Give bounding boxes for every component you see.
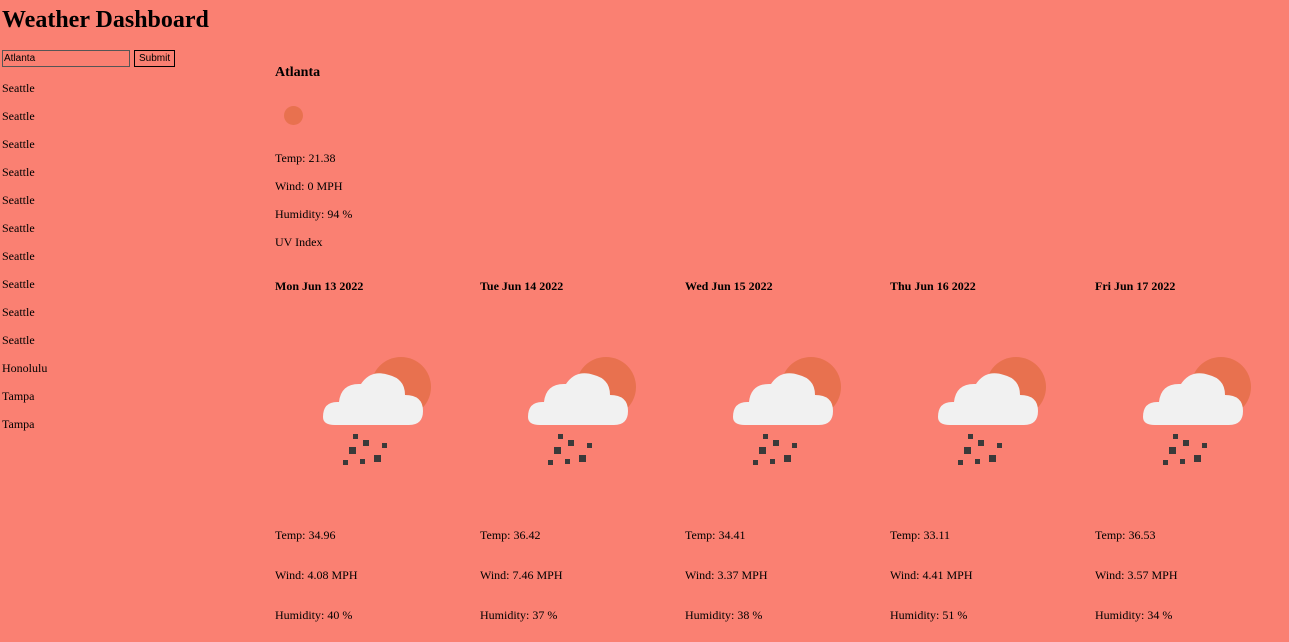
forecast-date: Tue Jun 14 2022 bbox=[480, 279, 564, 293]
history-item[interactable]: Seattle bbox=[2, 193, 47, 221]
current-city-name: Atlanta bbox=[275, 65, 321, 80]
sun-icon bbox=[284, 106, 303, 125]
history-item[interactable]: Tampa bbox=[2, 389, 47, 417]
cloud-sun-snow-icon bbox=[938, 357, 1046, 465]
history-item[interactable]: Seattle bbox=[2, 109, 47, 137]
history-item[interactable]: Seattle bbox=[2, 305, 47, 333]
forecast-card: Tue Jun 14 2022 Temp: 36.42 Wind: 7.46 M… bbox=[480, 279, 680, 639]
history-item[interactable]: Seattle bbox=[2, 277, 47, 305]
search-form: Submit bbox=[2, 50, 176, 67]
forecast-card: Thu Jun 16 2022 Temp: 33.11 Wind: 4.41 M… bbox=[890, 279, 1090, 639]
forecast-wind: Wind: 3.37 MPH bbox=[685, 568, 768, 582]
history-item[interactable]: Seattle bbox=[2, 137, 47, 165]
forecast-card: Mon Jun 13 2022 Temp: 34.96 Wind: 4.08 M… bbox=[275, 279, 475, 639]
forecast-humidity: Humidity: 51 % bbox=[890, 608, 968, 622]
current-wind: Wind: 0 MPH bbox=[275, 179, 343, 193]
cloud-sun-snow-icon bbox=[323, 357, 431, 465]
cloud-sun-snow-icon bbox=[528, 357, 636, 465]
forecast-date: Fri Jun 17 2022 bbox=[1095, 279, 1176, 293]
history-item[interactable]: Seattle bbox=[2, 81, 47, 109]
forecast-temp: Temp: 36.53 bbox=[1095, 528, 1156, 542]
current-temp: Temp: 21.38 bbox=[275, 151, 336, 165]
forecast-humidity: Humidity: 37 % bbox=[480, 608, 558, 622]
history-item[interactable]: Seattle bbox=[2, 249, 47, 277]
cloud-sun-snow-icon bbox=[733, 357, 841, 465]
forecast-temp: Temp: 36.42 bbox=[480, 528, 541, 542]
history-item[interactable]: Honolulu bbox=[2, 361, 47, 389]
forecast-date: Thu Jun 16 2022 bbox=[890, 279, 976, 293]
city-search-input[interactable] bbox=[2, 50, 130, 67]
history-item[interactable]: Seattle bbox=[2, 165, 47, 193]
submit-button[interactable]: Submit bbox=[134, 50, 176, 67]
forecast-date: Mon Jun 13 2022 bbox=[275, 279, 364, 293]
forecast-temp: Temp: 34.96 bbox=[275, 528, 336, 542]
forecast-temp: Temp: 34.41 bbox=[685, 528, 746, 542]
forecast-wind: Wind: 4.41 MPH bbox=[890, 568, 973, 582]
forecast-temp: Temp: 33.11 bbox=[890, 528, 951, 542]
cloud-sun-snow-icon bbox=[1143, 357, 1251, 465]
search-history-list: Seattle Seattle Seattle Seattle Seattle … bbox=[2, 81, 47, 445]
forecast-card: Wed Jun 15 2022 Temp: 34.41 Wind: 3.37 M… bbox=[685, 279, 885, 639]
current-uv-index: UV Index bbox=[275, 235, 323, 249]
forecast-humidity: Humidity: 40 % bbox=[275, 608, 353, 622]
forecast-wind: Wind: 3.57 MPH bbox=[1095, 568, 1178, 582]
forecast-humidity: Humidity: 38 % bbox=[685, 608, 763, 622]
current-humidity: Humidity: 94 % bbox=[275, 207, 353, 221]
history-item[interactable]: Seattle bbox=[2, 333, 47, 361]
forecast-wind: Wind: 4.08 MPH bbox=[275, 568, 358, 582]
history-item[interactable]: Seattle bbox=[2, 221, 47, 249]
current-weather: Atlanta Temp: 21.38 Wind: 0 MPH Humidity… bbox=[275, 64, 352, 249]
forecast-humidity: Humidity: 34 % bbox=[1095, 608, 1173, 622]
forecast-date: Wed Jun 15 2022 bbox=[685, 279, 773, 293]
history-item[interactable]: Tampa bbox=[2, 417, 47, 445]
page-title: Weather Dashboard bbox=[2, 7, 209, 33]
forecast-card: Fri Jun 17 2022 Temp: 36.53 Wind: 3.57 M… bbox=[1095, 279, 1285, 639]
forecast-wind: Wind: 7.46 MPH bbox=[480, 568, 563, 582]
